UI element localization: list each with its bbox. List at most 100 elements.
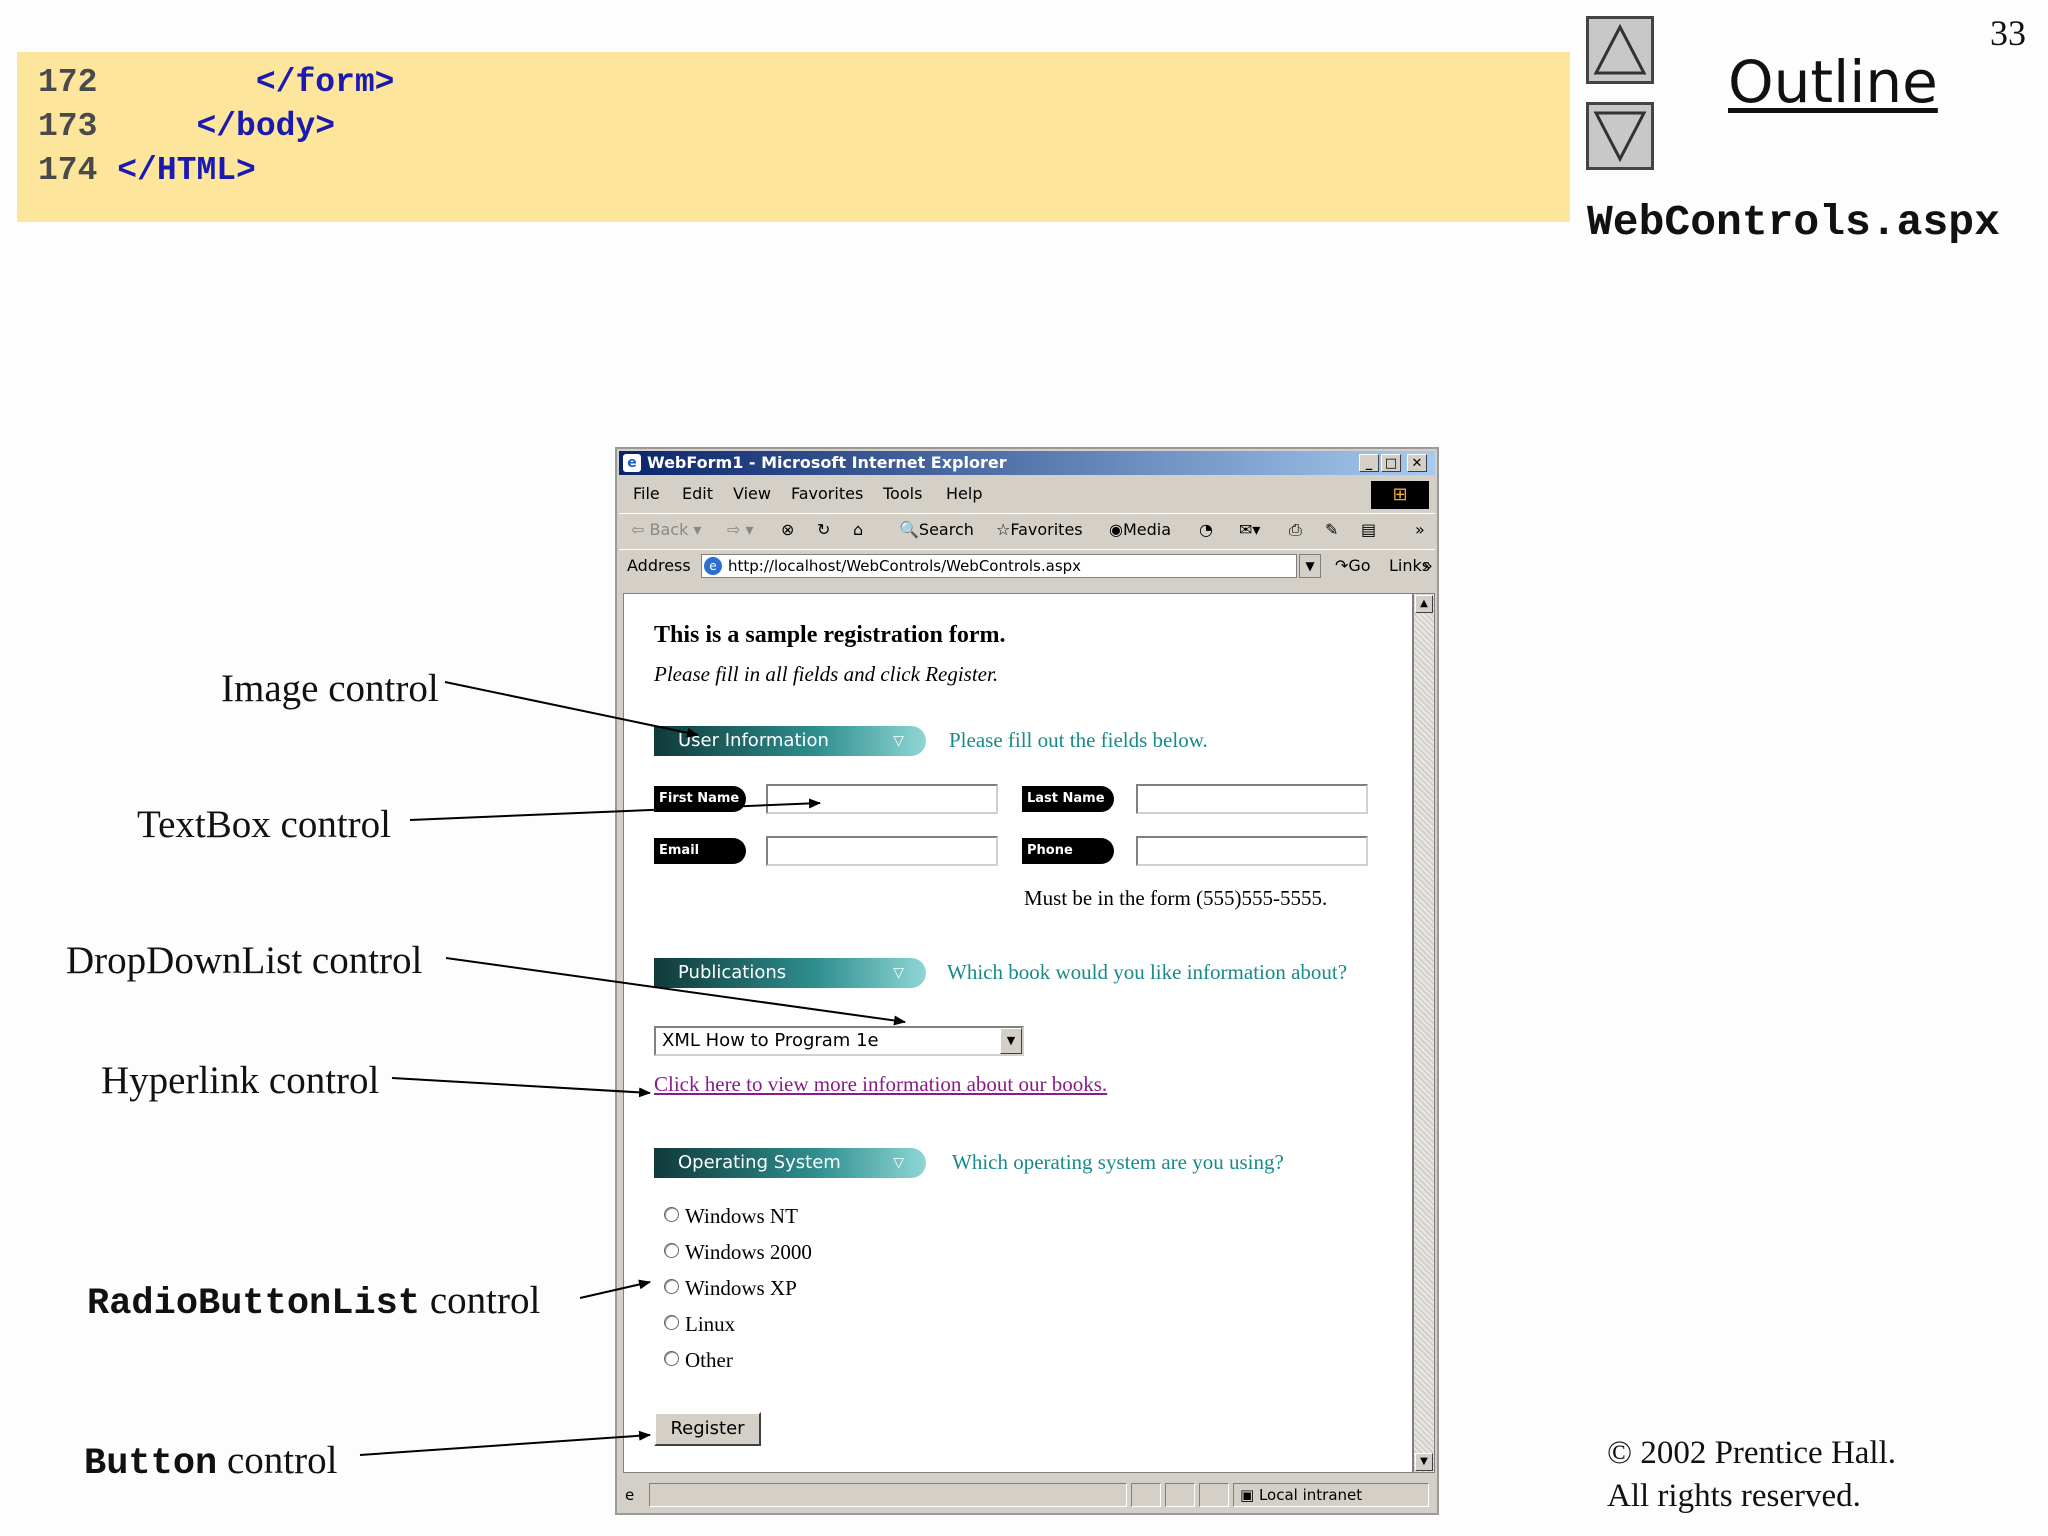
status-text-pane xyxy=(649,1483,1127,1507)
next-slide-button[interactable] xyxy=(1586,102,1654,170)
address-dropdown[interactable]: ▼ xyxy=(1299,554,1321,578)
status-pane xyxy=(1199,1483,1229,1507)
radio-linux[interactable]: Linux xyxy=(664,1312,735,1337)
email-field[interactable] xyxy=(766,836,998,866)
chevron-down-icon: ▽ xyxy=(893,733,904,749)
callout-image-control: Image control xyxy=(221,667,439,710)
menu-favorites[interactable]: Favorites xyxy=(791,479,863,509)
first-name-label: First Name xyxy=(654,786,746,812)
home-icon[interactable]: ⌂ xyxy=(853,514,863,546)
browser-window: e WebForm1 - Microsoft Internet Explorer… xyxy=(615,447,1439,1515)
discuss-icon[interactable]: ▤ xyxy=(1361,514,1376,546)
code-line-173: 173 </body> xyxy=(38,108,336,145)
book-dropdown[interactable]: XML How to Program 1e ▼ xyxy=(654,1026,1024,1056)
back-button[interactable]: ⇦ Back ▾ xyxy=(631,514,701,546)
radio-icon[interactable] xyxy=(664,1351,679,1366)
media-button[interactable]: ◉Media xyxy=(1109,514,1171,546)
address-label: Address xyxy=(627,556,691,575)
mail-icon[interactable]: ✉▾ xyxy=(1239,514,1260,546)
menu-tools[interactable]: Tools xyxy=(883,479,922,509)
callout-hyperlink-control: Hyperlink control xyxy=(101,1059,380,1102)
close-button[interactable]: ✕ xyxy=(1407,454,1427,472)
chevron-down-icon: ▽ xyxy=(893,965,904,981)
os-prompt: Which operating system are you using? xyxy=(952,1150,1284,1174)
phone-format-note: Must be in the form (555)555-5555. xyxy=(1024,886,1328,910)
menu-help[interactable]: Help xyxy=(946,479,982,509)
scroll-up-icon[interactable]: ▲ xyxy=(1415,595,1433,613)
minimize-button[interactable]: _ xyxy=(1359,454,1379,472)
status-bar: e ▣ Local intranet xyxy=(619,1479,1435,1511)
radio-other[interactable]: Other xyxy=(664,1348,733,1373)
edit-icon[interactable]: ✎ xyxy=(1325,514,1338,546)
status-pane xyxy=(1165,1483,1195,1507)
go-button[interactable]: ↷Go xyxy=(1335,550,1371,582)
radio-windows-2000[interactable]: Windows 2000 xyxy=(664,1240,812,1265)
arrow-button xyxy=(359,1430,651,1456)
previous-slide-button[interactable] xyxy=(1586,16,1654,84)
callout-radiobuttonlist-control: RadioButtonList control xyxy=(87,1279,541,1325)
menu-bar: File Edit View Favorites Tools Help ⊞ xyxy=(619,479,1435,509)
form-subheading: Please fill in all fields and click Regi… xyxy=(654,662,999,686)
windows-logo-icon: ⊞ xyxy=(1371,481,1429,509)
menu-view[interactable]: View xyxy=(733,479,771,509)
callout-dropdownlist-control: DropDownList control xyxy=(66,939,423,982)
code-line-174: 174 </HTML> xyxy=(38,152,256,189)
page-number: 33 xyxy=(1990,13,2026,53)
publications-image: Publications ▽ xyxy=(654,958,926,988)
stop-icon[interactable]: ⊗ xyxy=(781,514,794,546)
address-input[interactable]: e http://localhost/WebControls/WebContro… xyxy=(701,554,1297,578)
refresh-icon[interactable]: ↻ xyxy=(817,514,830,546)
scroll-down-icon[interactable]: ▼ xyxy=(1415,1453,1433,1471)
last-name-field[interactable] xyxy=(1136,784,1368,814)
code-listing: 172 </form> 173 </body> 174 </HTML> xyxy=(17,52,1570,222)
favorites-button[interactable]: ☆Favorites xyxy=(996,514,1083,546)
books-hyperlink[interactable]: Click here to view more information abou… xyxy=(654,1072,1107,1097)
publications-prompt: Which book would you like information ab… xyxy=(947,960,1348,984)
window-title: WebForm1 - Microsoft Internet Explorer xyxy=(647,453,1007,472)
maximize-button[interactable]: □ xyxy=(1381,454,1401,472)
page-content: This is a sample registration form. Plea… xyxy=(623,593,1413,1473)
print-icon[interactable]: ⎙ xyxy=(1289,514,1302,546)
phone-label: Phone xyxy=(1022,838,1114,864)
radio-icon[interactable] xyxy=(664,1207,679,1222)
radio-windows-xp[interactable]: Windows XP xyxy=(664,1276,797,1301)
user-info-prompt: Please fill out the fields below. xyxy=(949,728,1208,752)
callout-button-control: Button control xyxy=(84,1439,338,1485)
triangle-down-icon xyxy=(1593,111,1647,163)
links-more-icon[interactable]: » xyxy=(1423,550,1433,582)
search-button[interactable]: 🔍Search xyxy=(899,514,974,546)
page-icon: e xyxy=(704,557,722,575)
radio-windows-nt[interactable]: Windows NT xyxy=(664,1204,798,1229)
email-label: Email xyxy=(654,838,746,864)
vertical-scrollbar[interactable]: ▲ ▼ xyxy=(1413,593,1435,1473)
arrow-hyperlink xyxy=(391,1077,651,1098)
code-line-172: 172 </form> xyxy=(38,64,395,101)
forward-button[interactable]: ⇨ ▾ xyxy=(727,514,754,546)
toolbar-more-icon[interactable]: » xyxy=(1415,514,1425,546)
dropdown-arrow-icon[interactable]: ▼ xyxy=(1000,1028,1022,1054)
last-name-label: Last Name xyxy=(1022,786,1114,812)
first-name-field[interactable] xyxy=(766,784,998,814)
address-bar: Address e http://localhost/WebControls/W… xyxy=(619,549,1435,582)
menu-file[interactable]: File xyxy=(633,479,660,509)
chevron-down-icon: ▽ xyxy=(893,1155,904,1171)
status-zone: ▣ Local intranet xyxy=(1233,1483,1429,1507)
register-button[interactable]: Register xyxy=(654,1412,761,1446)
outline-link[interactable]: Outline xyxy=(1728,48,1938,116)
history-icon[interactable]: ◔ xyxy=(1199,514,1213,546)
ie-logo-icon: e xyxy=(623,454,641,472)
form-heading: This is a sample registration form. xyxy=(654,622,1006,648)
phone-field[interactable] xyxy=(1136,836,1368,866)
user-information-image: User Information ▽ xyxy=(654,726,926,756)
status-page-icon: e xyxy=(625,1486,635,1504)
radio-icon[interactable] xyxy=(664,1243,679,1258)
menu-edit[interactable]: Edit xyxy=(682,479,713,509)
file-title: WebControls.aspx xyxy=(1587,198,2000,247)
status-pane xyxy=(1131,1483,1161,1507)
radio-icon[interactable] xyxy=(664,1279,679,1294)
copyright: © 2002 Prentice Hall. All rights reserve… xyxy=(1607,1435,1897,1514)
callout-textbox-control: TextBox control xyxy=(137,803,391,846)
title-bar: e WebForm1 - Microsoft Internet Explorer… xyxy=(619,451,1435,475)
operating-system-image: Operating System ▽ xyxy=(654,1148,926,1178)
radio-icon[interactable] xyxy=(664,1315,679,1330)
